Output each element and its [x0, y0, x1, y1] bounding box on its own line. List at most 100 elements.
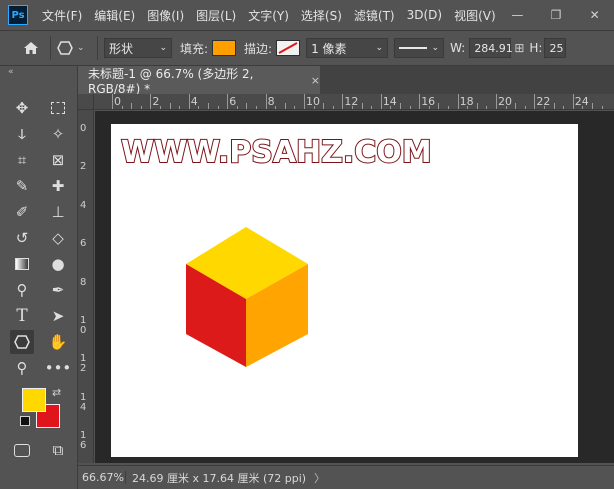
healing-brush-tool[interactable]: ✚ — [46, 174, 70, 198]
marquee-tool[interactable] — [46, 96, 70, 120]
magic-wand-tool[interactable]: ✧ — [46, 122, 70, 146]
width-label: W: — [450, 41, 466, 55]
type-tool[interactable]: T — [10, 304, 34, 328]
fill-swatch[interactable] — [212, 40, 237, 56]
ruler-tick-label: 4 — [190, 95, 198, 108]
crop-icon: ⌗ — [17, 151, 27, 169]
document-canvas[interactable]: WWW.PSAHZ.COM — [111, 124, 578, 457]
polygon-tool-preset[interactable]: ⌄ — [57, 41, 91, 55]
link-icon[interactable]: ⊞ — [514, 41, 524, 55]
quick-mask-button[interactable] — [10, 438, 34, 462]
default-colors-icon[interactable] — [20, 416, 30, 426]
ruler-tick-label: 6 — [229, 95, 237, 108]
ruler-tick-label: 0 — [114, 95, 121, 108]
menu-view[interactable]: 视图(V) — [448, 7, 502, 24]
cube-shape[interactable] — [111, 124, 578, 457]
gradient-tool[interactable] — [10, 252, 34, 276]
width-value: 284.91 — [474, 41, 513, 55]
ruler-minor-tick — [294, 106, 296, 109]
restore-button[interactable]: ❐ — [537, 0, 576, 30]
zoom-tool[interactable]: ⚲ — [10, 356, 34, 380]
ruler-minor-tick — [332, 106, 334, 109]
menu-image[interactable]: 图像(I) — [141, 7, 190, 24]
lasso-tool[interactable]: ↆ — [10, 122, 34, 146]
more-tools[interactable]: ••• — [45, 356, 72, 380]
path-selection-tool[interactable]: ➤ — [46, 304, 70, 328]
ruler-minor-tick — [198, 106, 200, 109]
collapse-panel-button[interactable]: « — [0, 66, 77, 80]
close-tab-icon[interactable]: × — [311, 74, 320, 87]
chevron-down-icon: ⌄ — [431, 43, 440, 53]
minimize-button[interactable]: — — [498, 0, 537, 30]
ruler-tick — [188, 94, 190, 109]
hand-tool[interactable]: ✋ — [46, 330, 70, 354]
height-label: H: — [529, 41, 543, 55]
menu-file[interactable]: 文件(F) — [36, 7, 88, 24]
eraser-icon: ◇ — [52, 229, 64, 247]
stroke-swatch[interactable] — [276, 40, 301, 56]
chevron-down-icon: ⌄ — [159, 43, 167, 53]
polygon-icon — [57, 41, 73, 55]
stroke-type-select[interactable]: ⌄ — [394, 38, 445, 58]
stamp-tool[interactable]: ⊥ — [46, 200, 70, 224]
ruler-minor-tick — [592, 103, 593, 109]
zoom-level[interactable]: 66.67% — [78, 471, 126, 484]
polygon-tool[interactable] — [10, 330, 34, 354]
mode-select[interactable]: 形状 ⌄ — [104, 38, 172, 58]
mode-value: 形状 — [109, 41, 134, 56]
ruler-minor-tick — [428, 106, 430, 109]
menu-3d[interactable]: 3D(D) — [401, 8, 448, 22]
stroke-width-select[interactable]: 1 像素 ⌄ — [306, 38, 389, 58]
options-bar: ⌄ 形状 ⌄ 填充: 描边: 1 像素 ⌄ ⌄ W: 284.91 ⊞ H: 2… — [0, 30, 614, 66]
menu-layer[interactable]: 图层(L) — [190, 7, 242, 24]
gradient-icon — [15, 258, 29, 270]
ruler-tick — [342, 94, 344, 109]
eraser-tool[interactable]: ◇ — [46, 226, 70, 250]
menu-type[interactable]: 文字(Y) — [242, 7, 295, 24]
ruler-tick-label: 8 — [267, 95, 275, 108]
screen-mode-button[interactable]: ⧉ — [46, 438, 70, 462]
ruler-minor-tick — [582, 106, 584, 109]
brush-tool[interactable]: ✐ — [10, 200, 34, 224]
crop-tool[interactable]: ⌗ — [10, 148, 34, 172]
document-tab[interactable]: 未标题-1 @ 66.7% (多边形 2, RGB/8#) * × — [78, 66, 320, 96]
frame-tool[interactable]: ⊠ — [46, 148, 70, 172]
horizontal-ruler[interactable]: 0 2 4 6 8 10 12 14 16 18 20 22 24 — [94, 94, 614, 110]
menu-filter[interactable]: 滤镜(T) — [348, 7, 401, 24]
blur-tool[interactable]: ● — [46, 252, 70, 276]
close-button[interactable]: ✕ — [575, 0, 614, 30]
swap-colors-icon[interactable]: ⇄ — [52, 386, 61, 399]
ruler-origin[interactable] — [78, 94, 94, 110]
home-button[interactable] — [18, 37, 44, 59]
ruler-tick-label: 2 — [152, 95, 160, 108]
pen-tool[interactable]: ✒ — [46, 278, 70, 302]
status-menu-icon[interactable]: 〉 — [314, 470, 325, 486]
move-tool[interactable]: ✥ — [10, 96, 34, 120]
ruler-tick-label: 4 — [80, 199, 87, 211]
history-brush-tool[interactable]: ↺ — [10, 226, 34, 250]
ruler-tick — [304, 94, 305, 109]
ruler-tick — [496, 94, 497, 109]
height-field[interactable]: 25 — [544, 38, 567, 58]
vertical-ruler[interactable]: 0 2 4 6 8 1 0 1 2 1 4 1 6 — [78, 110, 94, 463]
menu-edit[interactable]: 编辑(E) — [88, 7, 141, 24]
stamp-icon: ⊥ — [51, 203, 65, 221]
eyedropper-icon: ✎ — [15, 177, 29, 195]
magnifier-icon: ⚲ — [16, 359, 28, 377]
ruler-tick — [457, 94, 459, 109]
document-tab-bar: 未标题-1 @ 66.7% (多边形 2, RGB/8#) * × — [78, 66, 614, 96]
document-dimensions: 24.69 厘米 x 17.64 厘米 (72 ppi) — [132, 471, 307, 485]
ruler-tick-label: 2 — [80, 161, 87, 173]
ruler-minor-tick — [448, 106, 449, 109]
ruler-minor-tick — [323, 103, 325, 109]
width-field[interactable]: 284.91 — [469, 38, 513, 58]
ruler-minor-tick — [390, 106, 392, 109]
dodge-tool[interactable]: ⚲ — [10, 278, 34, 302]
menu-select[interactable]: 选择(S) — [295, 7, 348, 24]
ruler-minor-tick — [179, 106, 181, 109]
ruler-minor-tick — [246, 103, 248, 109]
drop-icon: ● — [51, 255, 65, 273]
eyedropper-tool[interactable]: ✎ — [10, 174, 34, 198]
quick-mask-icon — [14, 443, 30, 457]
foreground-color[interactable] — [22, 388, 46, 412]
